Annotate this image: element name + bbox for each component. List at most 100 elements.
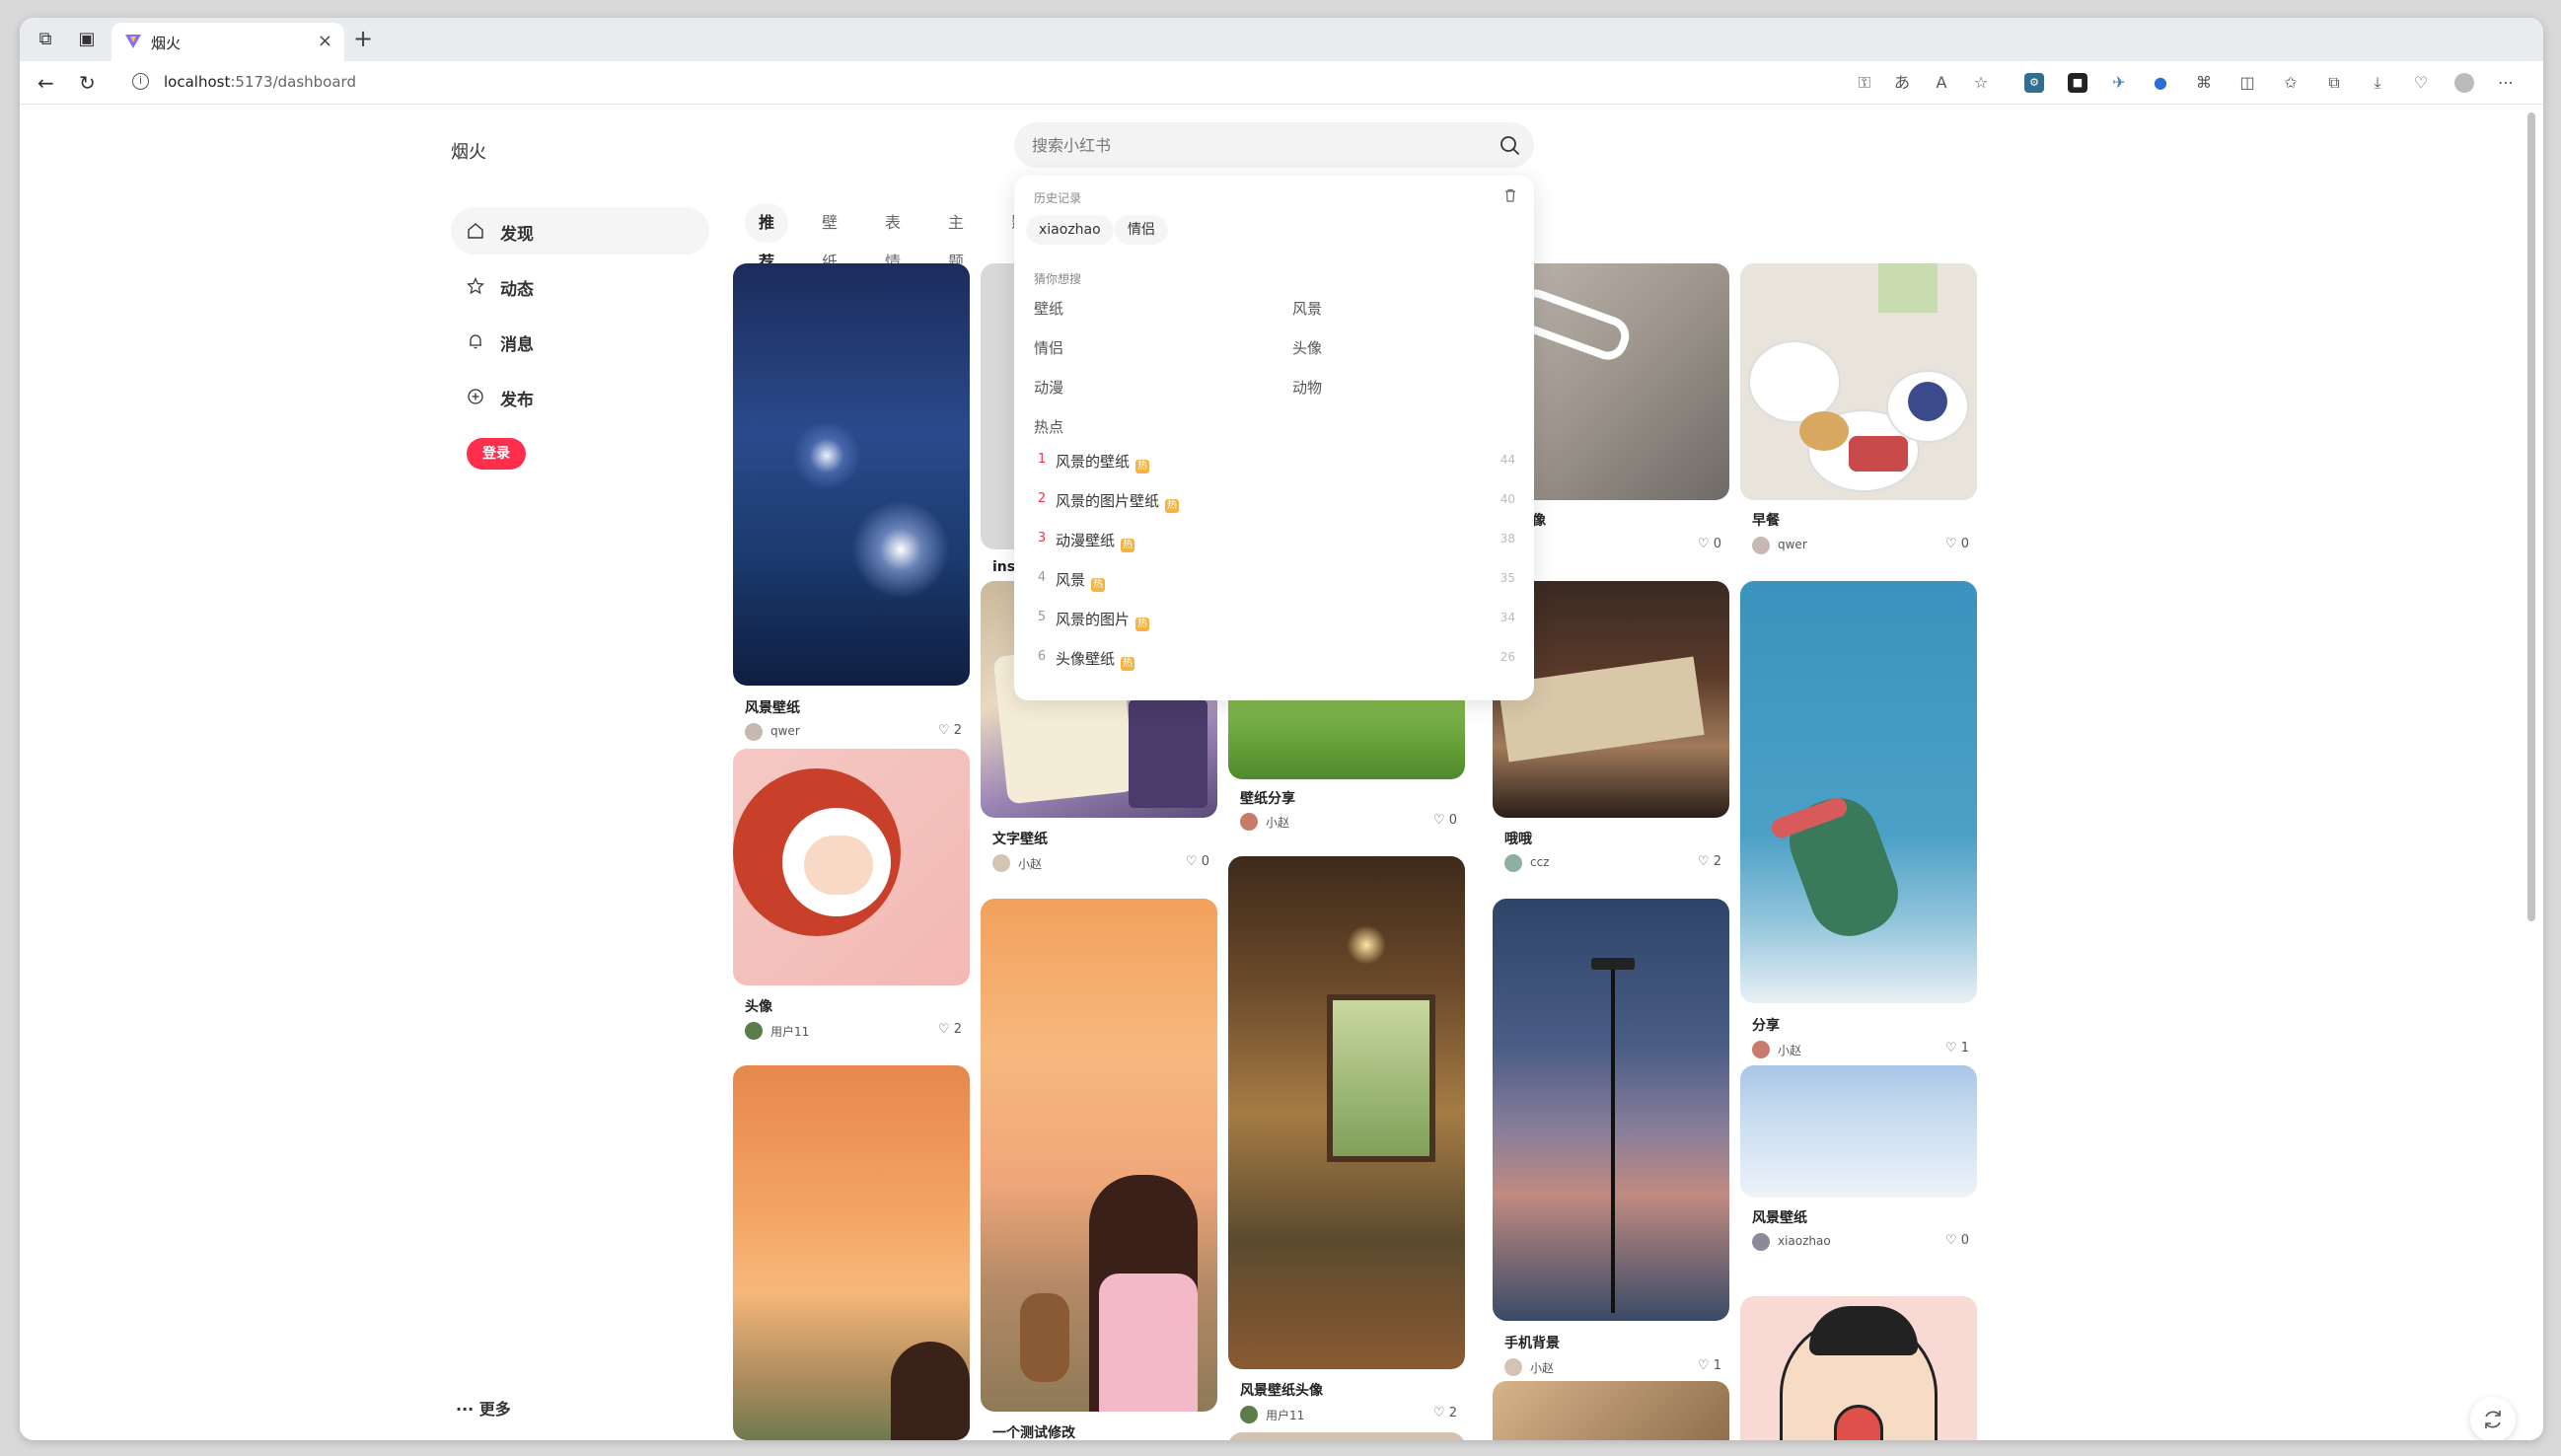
sidebar-item-messages[interactable]: 消息	[451, 318, 709, 365]
guess-item[interactable]: 头像	[1292, 337, 1322, 358]
history-chip[interactable]: xiaozhao	[1026, 215, 1114, 245]
note-cover-image[interactable]	[1228, 856, 1465, 1369]
avatar[interactable]	[992, 854, 1010, 872]
search-box[interactable]	[1014, 122, 1534, 168]
guess-item[interactable]: 动物	[1292, 377, 1322, 398]
workspaces-icon[interactable]: ⧉	[34, 28, 57, 51]
note-title[interactable]: 分享	[1752, 1015, 1780, 1035]
like-button[interactable]: ♡ 0	[1945, 1233, 1969, 1248]
collections-icon[interactable]: ⧉	[2324, 73, 2344, 93]
like-button[interactable]: ♡ 0	[1698, 537, 1721, 551]
sidebar-item-discover[interactable]: 发现	[451, 207, 709, 255]
note-title[interactable]: 一个测试修改	[992, 1422, 1075, 1440]
extension-dark-icon[interactable]: ■	[2068, 73, 2087, 93]
performance-icon[interactable]: ♡	[2411, 73, 2431, 93]
tab-recommend[interactable]: 推荐	[745, 203, 789, 271]
note-cover-image[interactable]	[733, 1065, 970, 1440]
like-button[interactable]: ♡ 1	[1945, 1041, 1969, 1056]
note-author[interactable]: 小赵	[1018, 855, 1042, 872]
site-info-icon[interactable]: i	[132, 73, 149, 90]
new-tab-icon[interactable]: +	[353, 25, 373, 52]
hot-item[interactable]: 6 头像壁纸热 26	[1034, 645, 1515, 673]
translate-icon[interactable]: あ	[1892, 73, 1912, 93]
note-title[interactable]: 风景壁纸	[745, 697, 800, 717]
key-icon[interactable]: ⚿	[1855, 73, 1874, 93]
note-author[interactable]: qwer	[1778, 538, 1807, 551]
like-button[interactable]: ♡ 2	[938, 1022, 962, 1037]
avatar[interactable]	[1240, 813, 1258, 831]
extension-plane-icon[interactable]: ✈	[2109, 73, 2129, 93]
avatar[interactable]	[745, 723, 763, 741]
favorite-star-icon[interactable]: ☆	[1971, 73, 1991, 93]
avatar[interactable]	[1240, 1406, 1258, 1423]
note-author[interactable]: qwer	[770, 724, 800, 738]
note-author[interactable]: 用户11	[1266, 1407, 1304, 1423]
note-cover-image[interactable]	[1740, 1296, 1977, 1440]
more-menu[interactable]: ··· 更多	[456, 1396, 511, 1420]
page-scrollbar[interactable]	[2527, 112, 2535, 921]
note-cover-image[interactable]	[733, 749, 970, 985]
tab-wallpaper[interactable]: 壁纸	[808, 203, 851, 271]
reload-icon[interactable]: ↻	[79, 71, 96, 95]
split-screen-icon[interactable]: ◫	[2237, 73, 2257, 93]
menu-dots-icon[interactable]: ⋯	[2496, 73, 2516, 93]
browser-tab[interactable]: 烟火 ×	[111, 23, 344, 61]
note-cover-image[interactable]	[1493, 1381, 1729, 1440]
hot-item[interactable]: 3 动漫壁纸热 38	[1034, 527, 1515, 554]
hot-item[interactable]: 1 风景的壁纸热 44	[1034, 448, 1515, 475]
guess-item[interactable]: 情侣	[1034, 337, 1063, 358]
note-title[interactable]: 手机背景	[1504, 1333, 1560, 1352]
downloads-icon[interactable]: ⤓	[2368, 73, 2387, 93]
note-author[interactable]: xiaozhao	[1778, 1234, 1831, 1248]
like-button[interactable]: ♡ 0	[1945, 537, 1969, 551]
avatar[interactable]	[1752, 537, 1770, 554]
like-button[interactable]: ♡ 0	[1433, 813, 1457, 828]
note-author[interactable]: 小赵	[1530, 1359, 1554, 1376]
search-icon[interactable]	[1499, 134, 1520, 156]
read-aloud-icon[interactable]: A	[1932, 73, 1951, 93]
note-title[interactable]: 文字壁纸	[992, 829, 1048, 848]
tab-emoji[interactable]: 表情	[871, 203, 915, 271]
note-author[interactable]: 用户11	[770, 1023, 809, 1040]
avatar[interactable]	[1752, 1233, 1770, 1251]
note-author[interactable]: 小赵	[1778, 1042, 1801, 1058]
hot-item[interactable]: 2 风景的图片壁纸热 40	[1034, 487, 1515, 515]
search-input[interactable]	[1032, 122, 1466, 168]
note-cover-image[interactable]	[1740, 581, 1977, 1003]
note-cover-image[interactable]	[1740, 1065, 1977, 1198]
extension-globe-icon[interactable]: ●	[2151, 73, 2170, 93]
note-cover-image[interactable]	[981, 899, 1217, 1412]
avatar[interactable]	[1504, 854, 1522, 872]
refresh-button[interactable]	[2470, 1397, 2516, 1440]
sidebar-item-publish[interactable]: 发布	[451, 373, 709, 420]
like-button[interactable]: ♡ 0	[1186, 854, 1209, 869]
like-button[interactable]: ♡ 2	[1433, 1406, 1457, 1420]
note-title[interactable]: 风景壁纸	[1752, 1207, 1807, 1227]
sidebar-item-feed[interactable]: 动态	[451, 262, 709, 310]
profile-avatar[interactable]	[2454, 73, 2474, 93]
trash-icon[interactable]	[1502, 187, 1518, 203]
note-title[interactable]: 早餐	[1752, 510, 1780, 530]
like-button[interactable]: ♡ 2	[1698, 854, 1721, 869]
avatar[interactable]	[745, 1022, 763, 1040]
guess-item[interactable]: 风景	[1292, 298, 1322, 319]
back-icon[interactable]: ←	[37, 71, 54, 95]
note-author[interactable]: ccz	[1530, 855, 1550, 869]
favorites-icon[interactable]: ✩	[2281, 73, 2301, 93]
note-title[interactable]: 风景壁纸头像	[1240, 1380, 1323, 1400]
tab-actions-icon[interactable]: ▣	[75, 28, 99, 51]
note-cover-image[interactable]	[1493, 899, 1729, 1321]
login-button[interactable]: 登录	[467, 438, 526, 470]
note-cover-image[interactable]	[1740, 263, 1977, 500]
history-chip[interactable]: 情侣	[1115, 215, 1168, 245]
note-title[interactable]: 哦哦	[1504, 829, 1532, 848]
note-title[interactable]: 壁纸分享	[1240, 788, 1295, 808]
guess-item[interactable]: 动漫	[1034, 377, 1063, 398]
url-field[interactable]: i localhost:5173/dashboard	[118, 67, 2111, 99]
note-title[interactable]: 头像	[745, 996, 772, 1016]
note-cover-image[interactable]	[1228, 1432, 1465, 1440]
hot-item[interactable]: 5 风景的图片热 34	[1034, 606, 1515, 633]
app-logo[interactable]: 烟火	[451, 138, 486, 164]
note-title[interactable]: ins	[992, 559, 1015, 575]
like-button[interactable]: ♡ 2	[938, 723, 962, 738]
